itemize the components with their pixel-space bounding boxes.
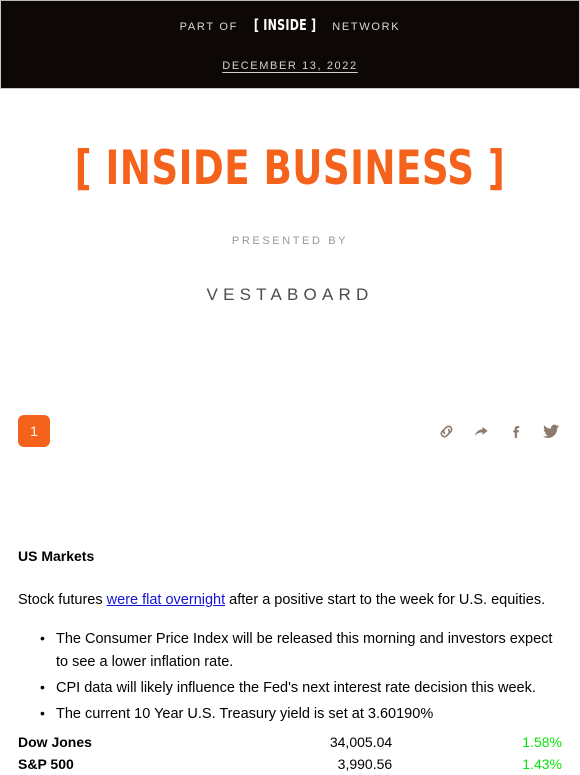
lede-paragraph: Stock futures were flat overnight after … (18, 590, 562, 611)
issue-date-link[interactable]: DECEMBER 13, 2022 (222, 60, 357, 72)
network-attribution: PART OF [ INSIDE ] NETWORK (180, 16, 401, 34)
lede-text-after: after a positive start to the week for U… (225, 592, 546, 608)
share-icon-group (435, 420, 562, 442)
market-value: 34,005.04 (329, 734, 393, 750)
bullet-list: The Consumer Price Index will be release… (18, 627, 562, 726)
market-change: 1.58% (522, 734, 562, 750)
network-suffix-label: NETWORK (332, 21, 401, 33)
market-change: 1.43% (522, 755, 562, 772)
market-name: S&P 500 (18, 755, 74, 772)
twitter-icon[interactable] (540, 420, 562, 442)
network-prefix-label: PART OF (179, 21, 239, 33)
table-row: S&P 500 3,990.56 1.43% (18, 754, 562, 775)
masthead: [ INSIDE BUSINESS ] PRESENTED BY VESTABO… (0, 145, 580, 305)
article-body: US Markets Stock futures were flat overn… (0, 548, 580, 729)
inside-wordmark[interactable]: [ INSIDE ] (254, 16, 316, 34)
lede-inline-link[interactable]: were flat overnight (107, 592, 225, 608)
market-table: Dow Jones 34,005.04 1.58% S&P 500 3,990.… (0, 732, 580, 775)
page-title: [ INSIDE BUSINESS ] (74, 141, 506, 196)
network-bar: PART OF [ INSIDE ] NETWORK DECEMBER 13, … (0, 0, 580, 89)
presented-by-label: PRESENTED BY (231, 235, 349, 247)
sponsor-logo-text: VESTABOARD (206, 285, 374, 304)
lede-text-before: Stock futures (18, 592, 107, 608)
action-row: 1 (0, 411, 580, 451)
story-number-badge: 1 (18, 415, 50, 447)
facebook-icon[interactable] (505, 420, 527, 442)
list-item: The Consumer Price Index will be release… (40, 627, 562, 674)
share-arrow-icon[interactable] (470, 420, 492, 442)
table-row: Dow Jones 34,005.04 1.58% (18, 732, 562, 754)
market-value: 3,990.56 (337, 755, 393, 772)
section-heading: US Markets (18, 548, 95, 564)
list-item: CPI data will likely influence the Fed's… (40, 676, 562, 700)
market-name: Dow Jones (18, 734, 92, 750)
link-icon[interactable] (435, 420, 457, 442)
list-item: The current 10 Year U.S. Treasury yield … (40, 702, 562, 726)
